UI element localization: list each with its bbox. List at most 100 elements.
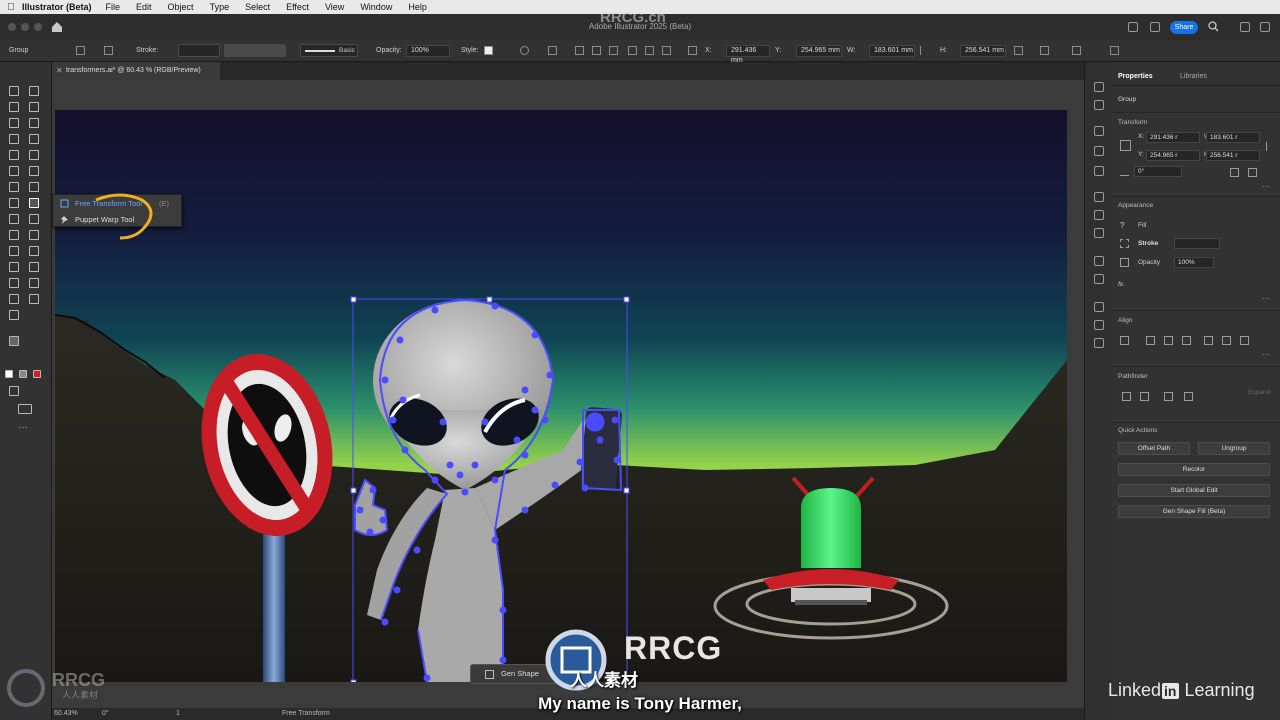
graphic-styles-icon[interactable] xyxy=(1094,274,1104,284)
appearance-more-icon[interactable]: ··· xyxy=(1262,294,1270,303)
learn-icon[interactable] xyxy=(1128,22,1138,32)
start-global-edit-button[interactable]: Start Global Edit xyxy=(1118,484,1270,497)
mesh-tool-icon[interactable] xyxy=(9,230,19,240)
control-bar-menu-icon[interactable] xyxy=(1110,46,1119,55)
panel-align-right-icon[interactable] xyxy=(1182,336,1191,345)
none-mode-icon[interactable] xyxy=(33,370,41,378)
graphic-style-swatch[interactable] xyxy=(484,46,493,55)
gradient-mode-icon[interactable] xyxy=(19,370,27,378)
minus-front-icon[interactable] xyxy=(1140,392,1149,401)
menu-window[interactable]: Window xyxy=(360,2,392,12)
menu-type[interactable]: Type xyxy=(210,2,230,12)
more-tools-icon[interactable]: ··· xyxy=(18,422,28,433)
selection-tool-icon[interactable] xyxy=(9,86,19,96)
layers-panel-icon[interactable] xyxy=(1094,302,1104,312)
recolor-icon[interactable] xyxy=(520,46,529,55)
panel-align-bottom-icon[interactable] xyxy=(1240,336,1249,345)
link-proportions-icon[interactable] xyxy=(1266,142,1275,151)
line-tool-icon[interactable] xyxy=(29,134,39,144)
draw-mode-icon[interactable] xyxy=(9,386,19,396)
align-bottom-icon[interactable] xyxy=(662,46,671,55)
color-mode-icon[interactable] xyxy=(5,370,13,378)
type-tool-icon[interactable] xyxy=(9,134,19,144)
document-tab[interactable]: ✕ transformers.ai* @ 60.43 % (RGB/Previe… xyxy=(52,62,220,80)
symbol-sprayer-tool-icon[interactable] xyxy=(9,262,19,272)
opacity-field[interactable]: 100% xyxy=(1174,257,1214,268)
eraser-tool-icon[interactable] xyxy=(29,166,39,176)
stroke-swatch-icon[interactable] xyxy=(1120,239,1129,248)
share-button[interactable]: Share xyxy=(1170,21,1198,34)
tab-properties[interactable]: Properties xyxy=(1118,73,1153,80)
artboard-tool-icon[interactable] xyxy=(9,278,19,288)
free-transform-tool-icon[interactable] xyxy=(29,198,39,208)
column-graph-tool-icon[interactable] xyxy=(29,262,39,272)
offset-path-button[interactable]: Offset Path xyxy=(1118,442,1190,455)
transparency-panel-icon[interactable] xyxy=(1094,228,1104,238)
color-guide-icon[interactable] xyxy=(1094,100,1104,110)
appearance-panel-icon[interactable] xyxy=(1094,256,1104,266)
workspace-icon[interactable] xyxy=(1240,22,1250,32)
pen-tool-icon[interactable] xyxy=(9,118,19,128)
symbols-icon[interactable] xyxy=(1094,166,1104,176)
transform-y-field[interactable]: 254.965 r xyxy=(1146,150,1200,161)
gradient-panel-icon[interactable] xyxy=(1094,210,1104,220)
artboard[interactable] xyxy=(55,110,1067,682)
screen-mode-icon[interactable] xyxy=(18,404,32,414)
reference-point-grid-icon[interactable] xyxy=(1120,140,1131,151)
menu-edit[interactable]: Edit xyxy=(136,2,152,12)
shaper-tool-icon[interactable] xyxy=(9,166,19,176)
transform-icon[interactable] xyxy=(1014,46,1023,55)
transform-h-field[interactable]: 256.541 r xyxy=(1206,150,1260,161)
paintbrush-tool-icon[interactable] xyxy=(29,150,39,160)
arrange-icon[interactable] xyxy=(1260,22,1270,32)
width-tool-icon[interactable] xyxy=(9,198,19,208)
perspective-grid-tool-icon[interactable] xyxy=(29,214,39,224)
transform-angle-field[interactable]: 0° xyxy=(1134,166,1182,177)
menu-view[interactable]: View xyxy=(325,2,344,12)
cc-libraries-icon[interactable] xyxy=(1094,146,1104,156)
edit-toolbar-icon[interactable] xyxy=(9,310,19,320)
color-panel-icon[interactable] xyxy=(1094,82,1104,92)
menu-effect[interactable]: Effect xyxy=(286,2,309,12)
blend-tool-icon[interactable] xyxy=(29,246,39,256)
h-field[interactable]: 256.541 mm xyxy=(960,45,1006,57)
hand-tool-icon[interactable] xyxy=(9,294,19,304)
close-tab-icon[interactable]: ✕ xyxy=(56,62,63,80)
gradient-tool-icon[interactable] xyxy=(29,230,39,240)
fill-swatch-icon[interactable] xyxy=(76,46,85,55)
artboards-panel-icon[interactable] xyxy=(1094,320,1104,330)
fx-button[interactable]: fx. xyxy=(1118,281,1125,288)
ungroup-button[interactable]: Ungroup xyxy=(1198,442,1270,455)
brush-dropdown[interactable]: Basic xyxy=(300,44,358,57)
transform-more-icon[interactable]: ··· xyxy=(1262,182,1270,191)
panel-align-top-icon[interactable] xyxy=(1204,336,1213,345)
gen-shape-fill-button[interactable]: Gen Shape Fill (Beta) xyxy=(1118,505,1270,518)
w-field[interactable]: 183.601 mm xyxy=(869,45,915,57)
x-field[interactable]: 291.436 mm xyxy=(726,45,770,64)
menu-help[interactable]: Help xyxy=(408,2,427,12)
rotate-tool-icon[interactable] xyxy=(9,182,19,192)
align-hcenter-icon[interactable] xyxy=(592,46,601,55)
constrain-proportions-icon[interactable] xyxy=(920,46,929,55)
tab-libraries[interactable]: Libraries xyxy=(1180,73,1207,80)
align-vcenter-icon[interactable] xyxy=(645,46,654,55)
panel-align-hcenter-icon[interactable] xyxy=(1164,336,1173,345)
properties-panel-icon[interactable] xyxy=(1094,126,1104,136)
rectangle-tool-icon[interactable] xyxy=(9,150,19,160)
scale-tool-icon[interactable] xyxy=(29,182,39,192)
eyedropper-tool-icon[interactable] xyxy=(9,246,19,256)
fill-stroke-icon[interactable] xyxy=(9,336,19,346)
reference-point-icon[interactable] xyxy=(688,46,697,55)
y-field[interactable]: 254.965 mm xyxy=(796,45,842,57)
align-to-icon[interactable] xyxy=(1120,336,1129,345)
intersect-icon[interactable] xyxy=(1164,392,1173,401)
gen-shape-button[interactable]: Gen Shape xyxy=(501,669,539,678)
envelope-icon[interactable] xyxy=(1072,46,1081,55)
fill-swatch-icon[interactable]: ? xyxy=(1120,221,1129,230)
stroke-weight-field[interactable] xyxy=(1174,238,1220,249)
align-right-icon[interactable] xyxy=(609,46,618,55)
menu-select[interactable]: Select xyxy=(245,2,270,12)
isolate-group-icon[interactable] xyxy=(1040,46,1049,55)
zoom-tool-icon[interactable] xyxy=(29,294,39,304)
flip-vertical-icon[interactable] xyxy=(1248,168,1257,177)
